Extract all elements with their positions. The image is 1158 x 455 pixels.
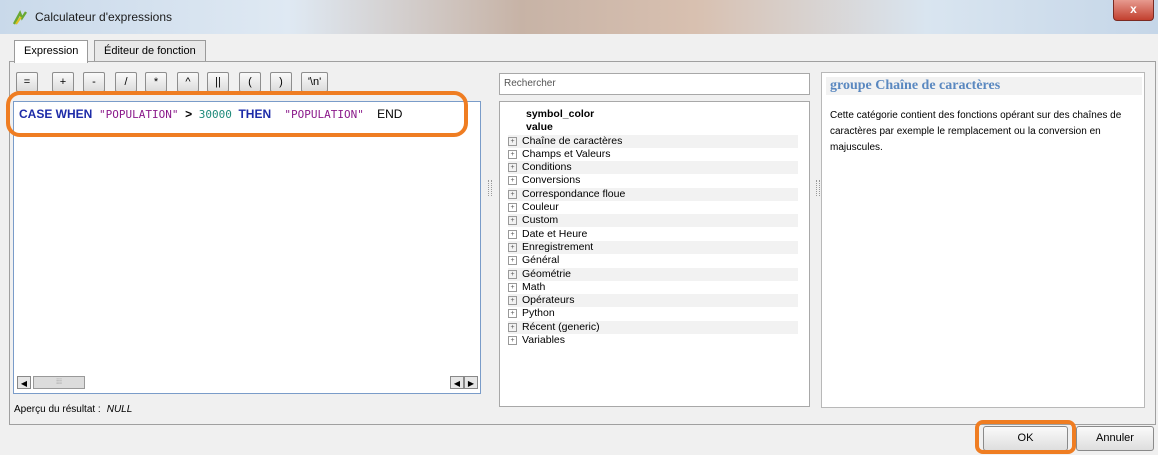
expand-icon[interactable]: + bbox=[508, 229, 517, 239]
expand-icon[interactable]: + bbox=[508, 295, 517, 305]
scroll-left-icon[interactable]: ◀ bbox=[450, 376, 464, 389]
tree-group-item[interactable]: + Conversions bbox=[508, 174, 798, 187]
tree-group-item[interactable]: + Champs et Valeurs bbox=[508, 148, 798, 161]
tree-group-item[interactable]: + Variables bbox=[508, 334, 798, 347]
expand-icon[interactable]: + bbox=[508, 282, 517, 292]
editor-horizontal-scrollbar[interactable]: ◀ ⁞⁞⁞ ◀ ▶ bbox=[17, 376, 482, 390]
preview-label: Aperçu du résultat : bbox=[14, 404, 101, 415]
splitter-handle[interactable] bbox=[816, 180, 820, 196]
operator-divide-button[interactable]: / bbox=[115, 72, 137, 92]
operator-plus-button[interactable]: + bbox=[52, 72, 74, 92]
expand-icon[interactable]: + bbox=[508, 255, 517, 265]
expand-icon[interactable]: + bbox=[508, 308, 517, 318]
scroll-right-icon[interactable]: ▶ bbox=[464, 376, 478, 389]
tree-group-item[interactable]: + Chaîne de caractères bbox=[508, 135, 798, 148]
tree-field-item[interactable]: value bbox=[526, 121, 798, 134]
expand-icon[interactable]: + bbox=[508, 149, 517, 159]
expand-icon[interactable]: + bbox=[508, 189, 517, 199]
expand-icon[interactable]: + bbox=[508, 335, 517, 345]
qgis-logo-icon bbox=[12, 10, 27, 25]
tab-function-editor[interactable]: Éditeur de fonction bbox=[94, 40, 206, 61]
tree-field-item[interactable]: symbol_color bbox=[526, 108, 798, 121]
operator-close-paren-button[interactable]: ) bbox=[270, 72, 292, 92]
tree-group-item[interactable]: + Date et Heure bbox=[508, 228, 798, 241]
expand-icon[interactable]: + bbox=[508, 242, 517, 252]
tree-group-item[interactable]: + Custom bbox=[508, 214, 798, 227]
tree-group-item[interactable]: + Couleur bbox=[508, 201, 798, 214]
operator-concat-button[interactable]: || bbox=[207, 72, 229, 92]
help-panel: groupe Chaîne de caractères Cette catégo… bbox=[821, 72, 1145, 408]
tree-group-item[interactable]: + Correspondance floue bbox=[508, 188, 798, 201]
close-window-button[interactable]: x bbox=[1113, 0, 1154, 21]
operator-newline-button[interactable]: '\n' bbox=[301, 72, 328, 92]
expand-icon[interactable]: + bbox=[508, 202, 517, 212]
operator-equals-button[interactable]: = bbox=[16, 72, 38, 92]
tab-expression[interactable]: Expression bbox=[14, 40, 89, 63]
splitter-handle[interactable] bbox=[488, 180, 492, 196]
tree-group-item[interactable]: + Opérateurs bbox=[508, 294, 798, 307]
expand-icon[interactable]: + bbox=[508, 136, 517, 146]
expand-icon[interactable]: + bbox=[508, 269, 517, 279]
tree-group-item[interactable]: + Math bbox=[508, 281, 798, 294]
tree-group-item[interactable]: + Python bbox=[508, 307, 798, 320]
operator-multiply-button[interactable]: * bbox=[145, 72, 167, 92]
tree-group-item[interactable]: + Enregistrement bbox=[508, 241, 798, 254]
expand-icon[interactable]: + bbox=[508, 162, 517, 172]
function-tree[interactable]: symbol_color value + Chaîne de caractères… bbox=[499, 101, 810, 407]
cancel-button[interactable]: Annuler bbox=[1076, 426, 1154, 451]
expression-editor[interactable]: CASE WHEN "POPULATION" > 30000 THEN "POP… bbox=[13, 101, 481, 394]
tree-group-item[interactable]: + Général bbox=[508, 254, 798, 267]
expression-highlight bbox=[6, 91, 468, 137]
preview-value: NULL bbox=[106, 404, 133, 415]
operator-minus-button[interactable]: - bbox=[83, 72, 105, 92]
ok-highlight bbox=[975, 420, 1076, 454]
help-title: groupe Chaîne de caractères bbox=[826, 77, 1142, 95]
operator-power-button[interactable]: ^ bbox=[177, 72, 199, 92]
tree-group-item[interactable]: + Récent (generic) bbox=[508, 321, 798, 334]
scroll-left-icon[interactable]: ◀ bbox=[17, 376, 31, 389]
window-title: Calculateur d'expressions bbox=[35, 10, 173, 24]
operator-open-paren-button[interactable]: ( bbox=[239, 72, 261, 92]
result-preview: Aperçu du résultat : NULL bbox=[14, 404, 132, 415]
expand-icon[interactable]: + bbox=[508, 215, 517, 225]
help-description: Cette catégorie contient des fonctions o… bbox=[830, 110, 1122, 153]
scroll-thumb[interactable]: ⁞⁞⁞ bbox=[33, 376, 85, 389]
tree-group-item[interactable]: + Conditions bbox=[508, 161, 798, 174]
search-input[interactable]: Rechercher bbox=[499, 73, 810, 95]
expand-icon[interactable]: + bbox=[508, 175, 517, 185]
expand-icon[interactable]: + bbox=[508, 322, 517, 332]
title-bar: Calculateur d'expressions ? x bbox=[0, 0, 1158, 408]
tree-group-item[interactable]: + Géométrie bbox=[508, 268, 798, 281]
